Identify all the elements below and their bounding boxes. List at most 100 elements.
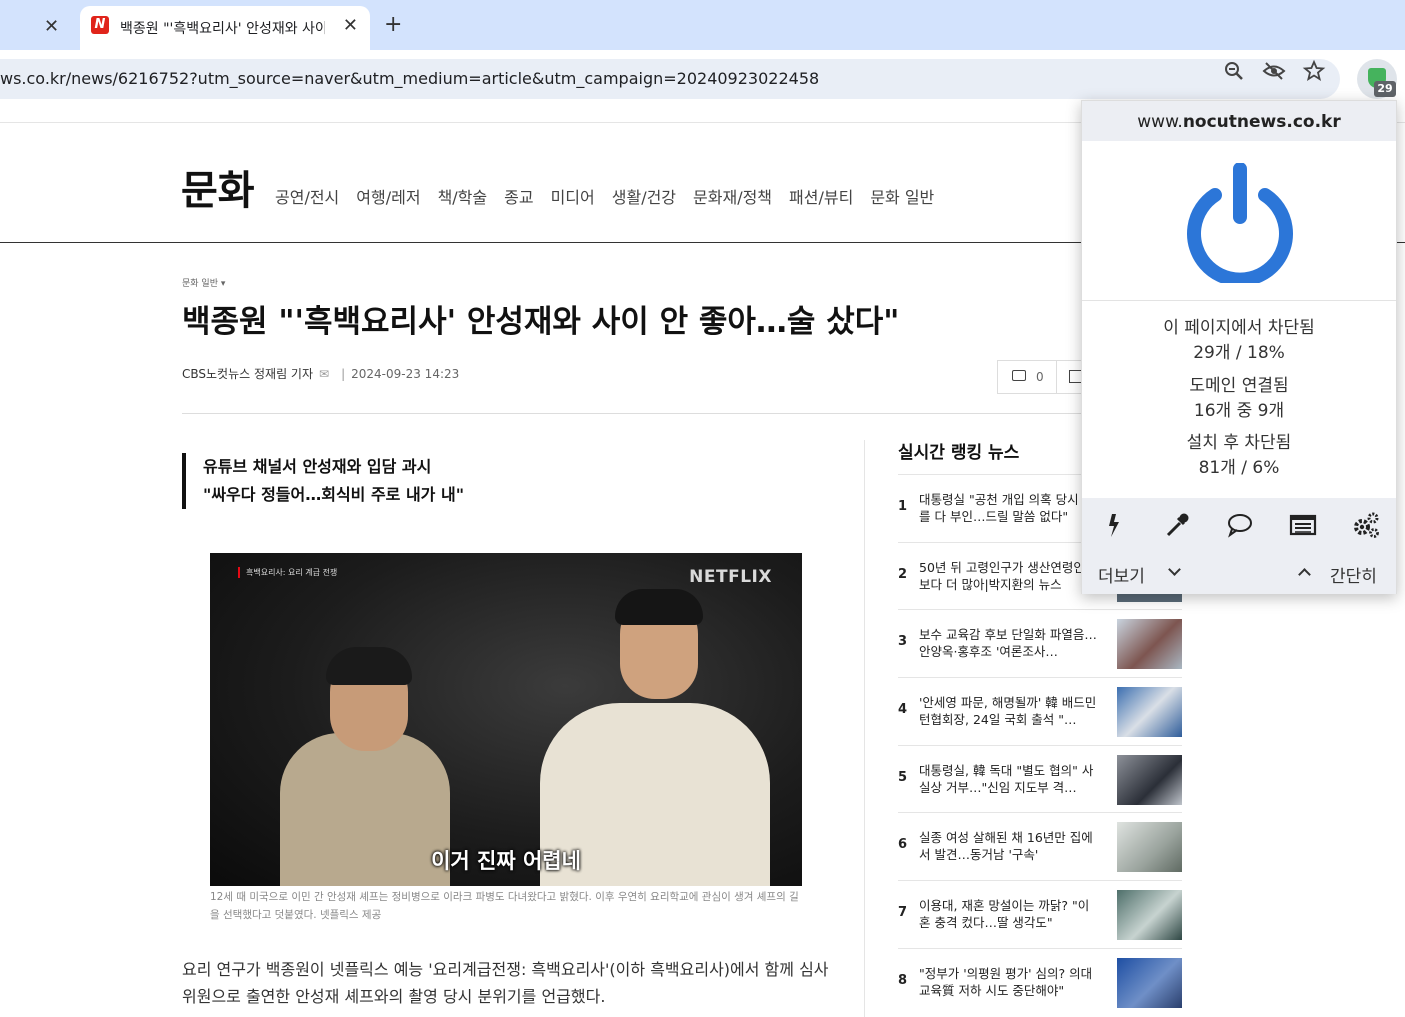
stat-value: 16개 중 9개	[1193, 401, 1285, 421]
article-photo[interactable]: 흑백요리사: 요리 계급 전쟁 NETFLIX 이거 진짜 어렵네	[210, 553, 802, 886]
gears-icon[interactable]	[1351, 510, 1381, 540]
zoom-icon[interactable]	[1222, 59, 1246, 83]
rank-thumbnail[interactable]	[1117, 687, 1182, 738]
rank-number: 8	[898, 972, 908, 988]
new-tab-button[interactable]: +	[384, 12, 402, 37]
nav-item-heritage[interactable]: 문화재/정책	[693, 184, 772, 208]
domain-name: nocutnews.co.kr	[1182, 112, 1341, 132]
article-body: 요리 연구가 백종원이 넷플릭스 예능 '요리계급전쟁: 흑백요리사'(이하 흑…	[182, 960, 829, 1006]
comment-icon	[1012, 370, 1026, 381]
bookmark-star-icon[interactable]	[1302, 59, 1326, 83]
article-headline: 백종원 "'흑백요리사' 안성재와 사이 안 좋아…술 샀다"	[182, 304, 900, 340]
power-icon	[1187, 162, 1293, 287]
ranking-item[interactable]: 3 보수 교육감 후보 단일화 파열음…안양옥·홍후조 '여론조사…	[898, 609, 1182, 677]
byline: CBS노컷뉴스 정재림 기자 ✉ | 2024-09-23 14:23	[182, 365, 459, 382]
stat-label: 이 페이지에서 차단됨	[1163, 318, 1315, 338]
stat-value: 81개 / 6%	[1198, 458, 1280, 478]
address-bar: ws.co.kr/news/6216752?utm_source=naver&u…	[0, 50, 1405, 106]
nav-item-life[interactable]: 생활/건강	[612, 184, 676, 208]
rank-headline[interactable]: 실종 여성 살해된 채 16년만 집에서 발견…동거남 '구속'	[919, 829, 1099, 863]
rank-thumbnail[interactable]	[1117, 957, 1182, 1008]
summary-line: "싸우다 정들어…회식비 주로 내가 내"	[203, 485, 465, 504]
ranking-item[interactable]: 6 실종 여성 살해된 채 16년만 집에서 발견…동거남 '구속'	[898, 812, 1182, 880]
rank-thumbnail[interactable]	[1117, 822, 1182, 873]
chevron-up-icon[interactable]	[1298, 568, 1311, 581]
tab-strip: ✕ N 백종원 "'흑백요리사' 안성재와 사이 안 좋아…술 샀다" ✕ +	[0, 0, 1405, 50]
less-button[interactable]: 간단히	[1330, 562, 1377, 587]
stat-label: 도메인 연결됨	[1189, 376, 1289, 396]
rank-number: 4	[898, 702, 908, 718]
photo-caption: 12세 때 미국으로 이민 간 안성재 셰프는 정비병으로 이라크 파병도 다녀…	[210, 891, 799, 921]
nav-item-culture-general[interactable]: 문화 일반	[870, 184, 934, 208]
url-text[interactable]: ws.co.kr/news/6216752?utm_source=naver&u…	[0, 69, 819, 88]
blocked-count-badge: 29	[1374, 81, 1396, 97]
popup-domain: www.nocutnews.co.kr	[1082, 101, 1396, 141]
stat-domains-connected: 도메인 연결됨 16개 중 9개	[1082, 374, 1396, 424]
breadcrumb[interactable]: 문화 일반 ▾	[182, 276, 225, 289]
publish-date: 2024-09-23 14:23	[351, 367, 460, 381]
omnibox[interactable]: ws.co.kr/news/6216752?utm_source=naver&u…	[0, 59, 1340, 99]
rank-headline[interactable]: 이용대, 재혼 망설이는 까닭? "이혼 충격 컸다…딸 생각도"	[919, 897, 1099, 931]
nav-item-books[interactable]: 책/학술	[438, 184, 488, 208]
divider	[864, 440, 865, 1017]
ublock-extension-button[interactable]: 29	[1357, 59, 1397, 99]
nav-item-religion[interactable]: 종교	[504, 184, 533, 208]
netflix-logo: NETFLIX	[689, 567, 772, 587]
nav-item-travel[interactable]: 여행/레저	[356, 184, 420, 208]
stat-value: 29개 / 18%	[1193, 343, 1285, 363]
article-summary: 유튜브 채널서 안성재와 입담 과시 "싸우다 정들어…회식비 주로 내가 내"	[182, 453, 782, 509]
author[interactable]: CBS노컷뉴스 정재림 기자	[182, 367, 313, 381]
more-button[interactable]: 더보기	[1098, 562, 1145, 587]
rank-headline[interactable]: '안세영 파문, 해명될까' 韓 배드민턴협회장, 24일 국회 출석 "…	[919, 694, 1099, 728]
person-figure	[615, 589, 703, 625]
tab-active[interactable]: N 백종원 "'흑백요리사' 안성재와 사이 안 좋아…술 샀다" ✕	[80, 6, 370, 50]
nav-item-performance[interactable]: 공연/전시	[275, 184, 339, 208]
rank-thumbnail[interactable]	[1117, 890, 1182, 941]
rank-thumbnail[interactable]	[1117, 619, 1182, 670]
list-icon[interactable]	[1288, 510, 1318, 540]
nav-item-media[interactable]: 미디어	[551, 184, 595, 208]
domain-prefix: www.	[1137, 112, 1183, 132]
eye-slash-icon[interactable]	[1262, 59, 1286, 83]
stat-blocked-since-install: 설치 후 차단됨 81개 / 6%	[1082, 431, 1396, 481]
chevron-down-icon[interactable]	[1168, 563, 1181, 576]
section-title[interactable]: 문화	[181, 158, 255, 216]
rank-headline[interactable]: 보수 교육감 후보 단일화 파열음…안양옥·홍후조 '여론조사…	[919, 626, 1099, 660]
photo-program-tag: 흑백요리사: 요리 계급 전쟁	[238, 567, 337, 578]
eyedropper-icon[interactable]	[1162, 510, 1192, 540]
rank-headline[interactable]: 대통령실, 韓 독대 "별도 협의" 사실상 거부…"신임 지도부 격…	[919, 762, 1099, 796]
tab-previous[interactable]: ✕	[0, 8, 78, 46]
rank-headline[interactable]: "정부가 '의평원 평가' 심의? 의대교육質 저하 시도 중단해야"	[919, 965, 1099, 999]
nav-item-fashion[interactable]: 패션/뷰티	[789, 184, 853, 208]
comment-count: 0	[1036, 370, 1044, 384]
stat-label: 설치 후 차단됨	[1186, 433, 1292, 453]
divider	[182, 413, 1082, 414]
summary-line: 유튜브 채널서 안성재와 입담 과시	[203, 457, 432, 476]
rank-thumbnail[interactable]	[1117, 754, 1182, 805]
lightning-icon[interactable]	[1099, 510, 1129, 540]
mail-icon[interactable]: ✉	[319, 367, 329, 381]
close-tab-icon[interactable]: ✕	[44, 16, 59, 37]
rank-headline[interactable]: 대통령실 "공천 개입 의혹 당시 자를 다 부인…드릴 말씀 없다"	[919, 491, 1099, 525]
rank-number: 3	[898, 634, 908, 650]
rank-headline[interactable]: 50년 뒤 고령인구가 생산연령인구보다 더 많아|박지환의 뉴스	[919, 559, 1099, 593]
separator: |	[341, 367, 346, 381]
comment-button[interactable]: 0	[997, 360, 1057, 394]
popup-toolbar	[1082, 498, 1396, 552]
rank-number: 1	[898, 499, 908, 514]
photo-subtitle: 이거 진짜 어렵네	[431, 849, 581, 873]
ranking-item[interactable]: 8 "정부가 '의평원 평가' 심의? 의대교육質 저하 시도 중단해야"	[898, 947, 1182, 1016]
speech-bubble-icon[interactable]	[1225, 510, 1255, 540]
ranking-item[interactable]: 4 '안세영 파문, 해명될까' 韓 배드민턴협회장, 24일 국회 출석 "…	[898, 677, 1182, 745]
ranking-item[interactable]: 7 이용대, 재혼 망설이는 까닭? "이혼 충격 컸다…딸 생각도"	[898, 880, 1182, 948]
power-button[interactable]	[1185, 162, 1295, 287]
ranking-item[interactable]: 5 대통령실, 韓 독대 "별도 협의" 사실상 거부…"신임 지도부 격…	[898, 744, 1182, 813]
nocutnews-favicon-icon: N	[91, 16, 109, 34]
stat-blocked-page: 이 페이지에서 차단됨 29개 / 18%	[1082, 316, 1396, 366]
rank-number: 6	[898, 837, 908, 853]
rank-number: 7	[898, 905, 908, 921]
rank-number: 5	[898, 769, 908, 785]
close-tab-icon[interactable]: ✕	[343, 15, 358, 36]
divider	[1082, 300, 1396, 301]
section-nav: 공연/전시 여행/레저 책/학술 종교 미디어 생활/건강 문화재/정책 패션/…	[275, 184, 934, 208]
